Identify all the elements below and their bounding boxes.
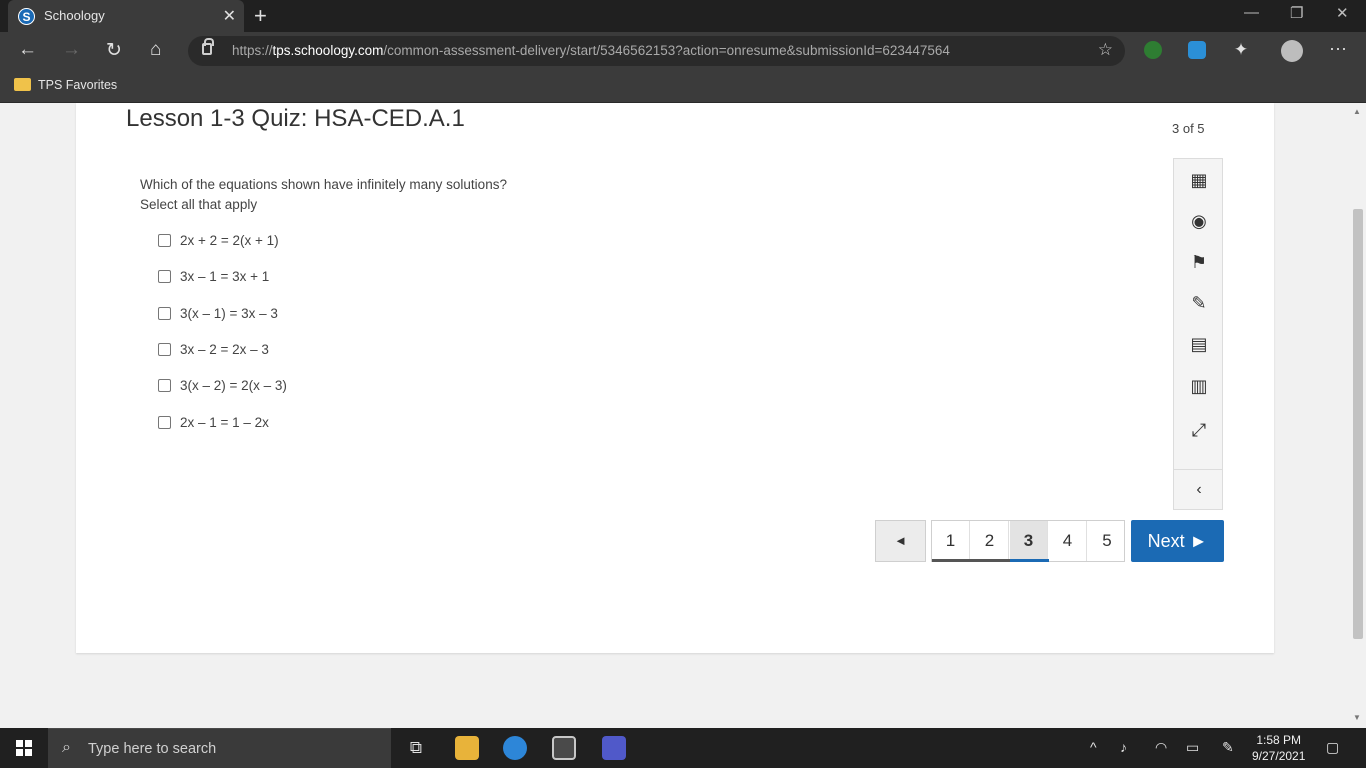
answer-checkbox[interactable]: [158, 378, 171, 392]
answer-option[interactable]: 3x – 2 = 2x – 3: [158, 341, 269, 357]
search-icon: ⌕: [62, 739, 71, 756]
edge-browser-icon[interactable]: [503, 736, 527, 760]
taskbar-search[interactable]: ⌕ Type here to search: [48, 728, 391, 768]
page-scrollbar[interactable]: ▲ ▼: [1350, 103, 1366, 728]
favorites-folder-link[interactable]: TPS Favorites: [38, 78, 117, 92]
quiz-card: Lesson 1-3 Quiz: HSA-CED.A.1 3 of 5 Whic…: [76, 103, 1274, 653]
current-page-indicator: [1010, 559, 1049, 562]
system-clock[interactable]: 1:58 PM 9/27/2021: [1252, 732, 1305, 764]
url-path: /common-assessment-delivery/start/534656…: [383, 43, 950, 58]
answer-checkbox[interactable]: [158, 233, 171, 247]
extension-font-icon[interactable]: [1188, 41, 1206, 59]
clock-time: 1:58 PM: [1256, 733, 1302, 747]
answer-checkbox[interactable]: [158, 306, 171, 320]
restore-window-icon[interactable]: ❐: [1290, 4, 1303, 22]
search-placeholder: Type here to search: [88, 741, 217, 757]
quiz-title: Lesson 1-3 Quiz: HSA-CED.A.1: [126, 105, 465, 132]
answer-option[interactable]: 2x + 2 = 2(x + 1): [158, 232, 279, 248]
calculator-icon[interactable]: ▤: [1186, 333, 1212, 355]
sidebar-divider: [1174, 469, 1222, 470]
page-button-3[interactable]: 3: [1010, 521, 1048, 561]
answer-label: 3x – 1 = 3x + 1: [180, 268, 270, 284]
file-explorer-icon[interactable]: [455, 736, 479, 760]
more-menu-icon[interactable]: ···: [1329, 38, 1347, 59]
new-tab-icon[interactable]: +: [254, 3, 267, 29]
wifi-icon[interactable]: ◠: [1155, 739, 1167, 756]
home-icon[interactable]: ⌂: [150, 39, 161, 61]
favorites-bar: TPS Favorites: [0, 70, 1366, 103]
scroll-down-icon[interactable]: ▼: [1353, 713, 1361, 722]
answer-option[interactable]: 3x – 1 = 3x + 1: [158, 268, 269, 284]
profile-avatar[interactable]: [1281, 40, 1303, 62]
question-instruction: Select all that apply: [140, 197, 258, 212]
answer-option[interactable]: 3(x – 2) = 2(x – 3): [158, 377, 287, 393]
scrollbar-thumb[interactable]: [1353, 209, 1363, 639]
notepad-icon[interactable]: ▥: [1186, 375, 1212, 397]
answer-option[interactable]: 3(x – 1) = 3x – 3: [158, 305, 278, 321]
extensions-puzzle-icon[interactable]: ✦: [1232, 41, 1250, 59]
windows-taskbar: ⌕ Type here to search ⧉ ^ ♪ ◠ ▭ ✎ 1:58 P…: [0, 728, 1366, 768]
calendar-table-icon[interactable]: ▦: [1186, 169, 1212, 191]
url-text[interactable]: https://tps.schoology.com/common-assessm…: [232, 43, 950, 58]
answer-label: 3x – 2 = 2x – 3: [180, 341, 269, 357]
url-host: tps.schoology.com: [272, 43, 384, 58]
close-window-icon[interactable]: ✕: [1336, 4, 1349, 22]
lock-icon[interactable]: [202, 38, 214, 55]
store-icon[interactable]: [552, 736, 576, 760]
flag-icon[interactable]: ⚑: [1186, 251, 1212, 273]
back-icon[interactable]: ←: [18, 39, 37, 61]
eliminate-answer-icon[interactable]: ✎: [1186, 292, 1212, 314]
browser-tab[interactable]: S Schoology ✕: [8, 0, 244, 32]
answer-label: 3(x – 1) = 3x – 3: [180, 305, 278, 321]
clock-date: 9/27/2021: [1252, 749, 1306, 763]
answer-checkbox[interactable]: [158, 415, 171, 429]
answer-label: 2x + 2 = 2(x + 1): [180, 232, 279, 248]
answer-checkbox[interactable]: [158, 269, 171, 283]
collapse-sidebar-icon[interactable]: ‹: [1186, 479, 1212, 501]
url-scheme: https://: [232, 43, 273, 58]
page-button-5[interactable]: 5: [1088, 521, 1126, 561]
show-hidden-icons[interactable]: ^: [1090, 739, 1097, 755]
tab-title: Schoology: [44, 8, 105, 23]
schoology-favicon-icon: S: [18, 8, 35, 25]
notifications-icon[interactable]: ▢: [1326, 739, 1339, 756]
task-view-icon[interactable]: ⧉: [404, 736, 428, 760]
refresh-icon[interactable]: ↻: [106, 39, 122, 62]
browser-tab-bar: S Schoology ✕ + — ❐ ✕: [0, 0, 1366, 32]
extension-lp-icon[interactable]: [1144, 41, 1162, 59]
folder-icon: [14, 78, 31, 91]
windows-start-icon[interactable]: [16, 740, 32, 756]
question-pager: 1 2 3 4 5: [931, 520, 1125, 562]
accessibility-icon[interactable]: ◉: [1186, 210, 1212, 232]
close-tab-icon[interactable]: ✕: [223, 6, 236, 26]
battery-icon[interactable]: ▭: [1186, 739, 1199, 756]
teams-icon[interactable]: [602, 736, 626, 760]
page-content: Lesson 1-3 Quiz: HSA-CED.A.1 3 of 5 Whic…: [0, 103, 1350, 728]
question-progress: 3 of 5: [1172, 121, 1205, 136]
minimize-window-icon[interactable]: —: [1244, 4, 1259, 21]
answer-option[interactable]: 2x – 1 = 1 – 2x: [158, 414, 269, 430]
next-button[interactable]: Next ►: [1131, 520, 1224, 562]
page-button-1[interactable]: 1: [932, 521, 970, 561]
pen-icon[interactable]: ✎: [1222, 739, 1234, 756]
volume-icon[interactable]: ♪: [1120, 739, 1127, 755]
answer-checkbox[interactable]: [158, 342, 171, 356]
fullscreen-icon[interactable]: ⤢: [1186, 419, 1212, 441]
answer-label: 3(x – 2) = 2(x – 3): [180, 377, 287, 393]
previous-question-button[interactable]: ◄: [875, 520, 926, 562]
answer-label: 2x – 1 = 1 – 2x: [180, 414, 269, 430]
address-bar[interactable]: https://tps.schoology.com/common-assessm…: [188, 36, 1125, 66]
page-button-2[interactable]: 2: [971, 521, 1009, 561]
add-favorite-icon[interactable]: ☆: [1098, 40, 1113, 60]
question-text: Which of the equations shown have infini…: [140, 177, 507, 192]
page-button-4[interactable]: 4: [1049, 521, 1087, 561]
question-prompt: Which of the equations shown have infini…: [140, 175, 507, 215]
scroll-up-icon[interactable]: ▲: [1353, 107, 1361, 116]
forward-icon[interactable]: →: [62, 39, 81, 61]
tools-sidebar: ▦ ◉ ⚑ ✎ ▤ ▥ ⤢ ‹: [1173, 158, 1223, 510]
